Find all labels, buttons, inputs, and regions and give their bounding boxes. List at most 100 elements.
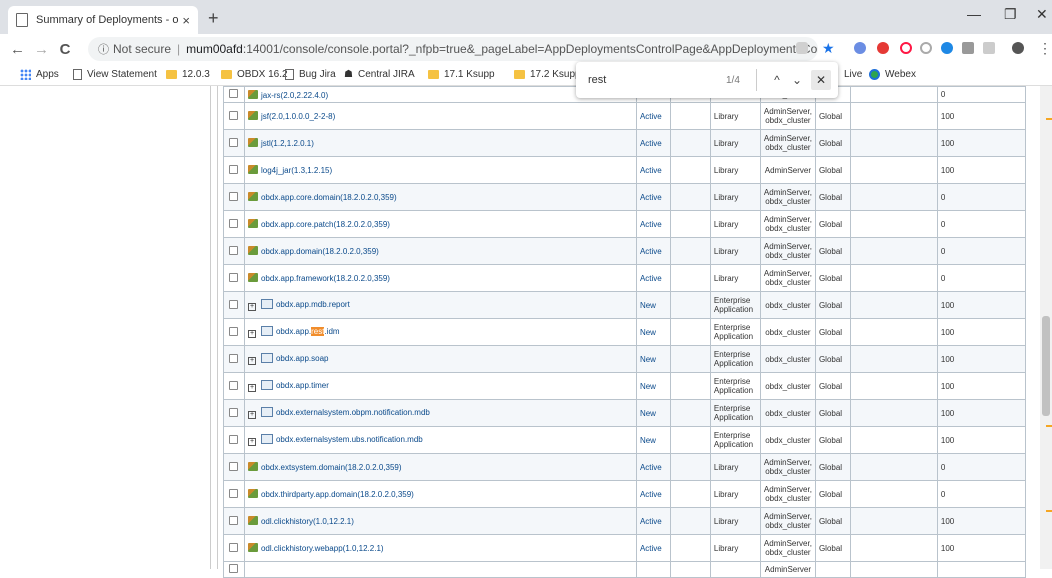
minimize-button[interactable]: — [967,6,981,22]
window-close-button[interactable]: ✕ [1036,6,1048,23]
find-page-icon[interactable] [796,42,808,54]
row-checkbox[interactable] [223,399,245,427]
deployment-name-link[interactable]: + obdx.externalsystem.obpm.notification.m… [243,399,637,427]
row-checkbox[interactable] [223,129,245,157]
row-checkbox[interactable] [223,453,245,481]
bookmark-17-2-ksupp[interactable]: 17.2 Ksupp [514,69,581,80]
row-checkbox[interactable] [223,291,245,319]
scrollbar-thumb[interactable] [1042,316,1050,416]
targets-cell: AdminServer, obdx_cluster [759,480,816,508]
address-bar[interactable]: ⓘ Not secure | mum00afd :14001/console/c… [88,37,818,61]
row-checkbox[interactable] [223,426,245,454]
row-checkbox[interactable] [223,372,245,400]
deployment-name-link[interactable]: obdx.thirdparty.app.domain(18.2.0.2.0,35… [243,480,637,508]
deployment-name-link[interactable]: jstl(1.2,1.2.0.1) [243,129,637,157]
bookmark-star-icon[interactable]: ★ [822,40,835,57]
expand-icon[interactable]: + [247,438,256,446]
opera-icon[interactable] [900,42,912,54]
camera-icon[interactable] [962,42,974,54]
row-checkbox[interactable] [223,534,245,562]
health-cell [669,480,711,508]
table-row: odl.clickhistory.webapp(1.0,12.2.1) Activ… [223,534,1027,562]
deployment-name-link[interactable]: jsf(2.0,1.0.0.0_2-2-8) [243,102,637,130]
extension-icon-3[interactable] [920,42,932,54]
menu-icon[interactable]: ⋮ [1038,40,1052,57]
row-checkbox[interactable] [223,480,245,508]
tab-close-icon[interactable]: × [182,13,190,28]
row-checkbox[interactable] [223,183,245,211]
extension-icon-5[interactable] [983,42,995,54]
bookmark-bug-jira[interactable]: Bug Jira [285,69,336,80]
extension-icon-2[interactable] [877,42,889,54]
reload-button[interactable]: C [58,41,72,58]
targets-cell: AdminServer, obdx_cluster [759,129,816,157]
deployment-name-link[interactable]: obdx.extsystem.domain(18.2.0.2.0,359) [243,453,637,481]
row-checkbox[interactable] [223,561,245,578]
row-checkbox[interactable] [223,86,245,103]
row-checkbox[interactable] [223,318,245,346]
state-cell: Active [635,129,671,157]
bookmark-12-0-3[interactable]: 12.0.3 [166,69,210,80]
expand-icon[interactable]: + [247,384,256,392]
row-checkbox[interactable] [223,345,245,373]
row-checkbox[interactable] [223,264,245,292]
find-next-button[interactable]: ⌄ [787,73,807,87]
table-row: AdminServer [223,561,1027,578]
deployment-name-link[interactable]: + obdx.app.soap [243,345,637,373]
row-checkbox[interactable] [223,102,245,130]
row-checkbox[interactable] [223,237,245,265]
page-scrollbar[interactable] [1040,86,1052,569]
deployment-name-link[interactable]: odl.clickhistory(1.0,12.2.1) [243,507,637,535]
state-cell: New [635,426,671,454]
bookmark-apps[interactable]: Apps [20,69,59,80]
type-cell: Library [709,237,761,265]
deployment-name-link[interactable]: obdx.app.framework(18.2.0.2.0,359) [243,264,637,292]
bookmark-live[interactable]: Live [844,69,862,80]
bookmark-view-statement[interactable]: View Statement [73,69,157,80]
state-cell: Active [635,183,671,211]
row-checkbox[interactable] [223,507,245,535]
page-icon [73,69,82,80]
expand-icon[interactable]: + [247,411,256,419]
back-button[interactable]: ← [10,41,25,58]
deployment-name-link[interactable]: + obdx.app.rest.idm [243,318,637,346]
deployment-name-link[interactable]: odl.clickhistory.webapp(1.0,12.2.1) [243,534,637,562]
application-icon [260,407,273,417]
tab-summary-of-deployments[interactable]: Summary of Deployments - obdx × [8,6,198,34]
find-close-button[interactable]: ✕ [811,70,831,90]
find-highlight: rest [311,327,325,336]
state-cell: Active [635,453,671,481]
extension-icon-1[interactable] [854,42,866,54]
security-label: Not secure [113,42,172,56]
profile-icon[interactable] [1012,42,1024,54]
deployment-name-link[interactable]: + obdx.app.mdb.report [243,291,637,319]
bookmark-webex[interactable]: Webex [869,69,916,80]
expand-icon[interactable]: + [247,330,256,338]
bookmark-central-jira[interactable]: ☗ Central JIRA [344,69,415,80]
deployment-name-link[interactable]: obdx.app.domain(18.2.0.2.0,359) [243,237,637,265]
deployment-name-link[interactable]: obdx.app.core.patch(18.2.0.2.0,359) [243,210,637,238]
row-checkbox[interactable] [223,210,245,238]
new-tab-button[interactable]: + [208,8,219,29]
library-icon [247,516,258,525]
type-cell: Library [709,102,761,130]
restore-button[interactable]: ❐ [1004,6,1017,23]
expand-icon[interactable]: + [247,303,256,311]
extension-icon-4[interactable] [941,42,953,54]
forward-button[interactable]: → [34,41,49,58]
scope-cell: Global [814,534,851,562]
info-icon[interactable]: ⓘ [98,41,109,57]
bookmark-obdx-16-2[interactable]: OBDX 16.2 [221,69,288,80]
find-input[interactable]: rest [576,74,716,86]
row-checkbox[interactable] [223,156,245,184]
domain-partitions-cell [849,291,938,319]
deployment-name-link[interactable]: + obdx.app.timer [243,372,637,400]
order-cell: 0 [936,183,1027,211]
find-previous-button[interactable]: ^ [767,73,787,87]
expand-icon[interactable]: + [247,357,256,365]
bookmark-17-1-ksupp[interactable]: 17.1 Ksupp [428,69,495,80]
deployment-name-link[interactable]: + obdx.externalsystem.ubs.notification.md… [243,426,637,454]
deployment-name-link[interactable]: obdx.app.core.domain(18.2.0.2.0,359) [243,183,637,211]
table-row: odl.clickhistory(1.0,12.2.1) Active Librar… [223,507,1027,535]
deployment-name-link[interactable]: log4j_jar(1.3,1.2.15) [243,156,637,184]
